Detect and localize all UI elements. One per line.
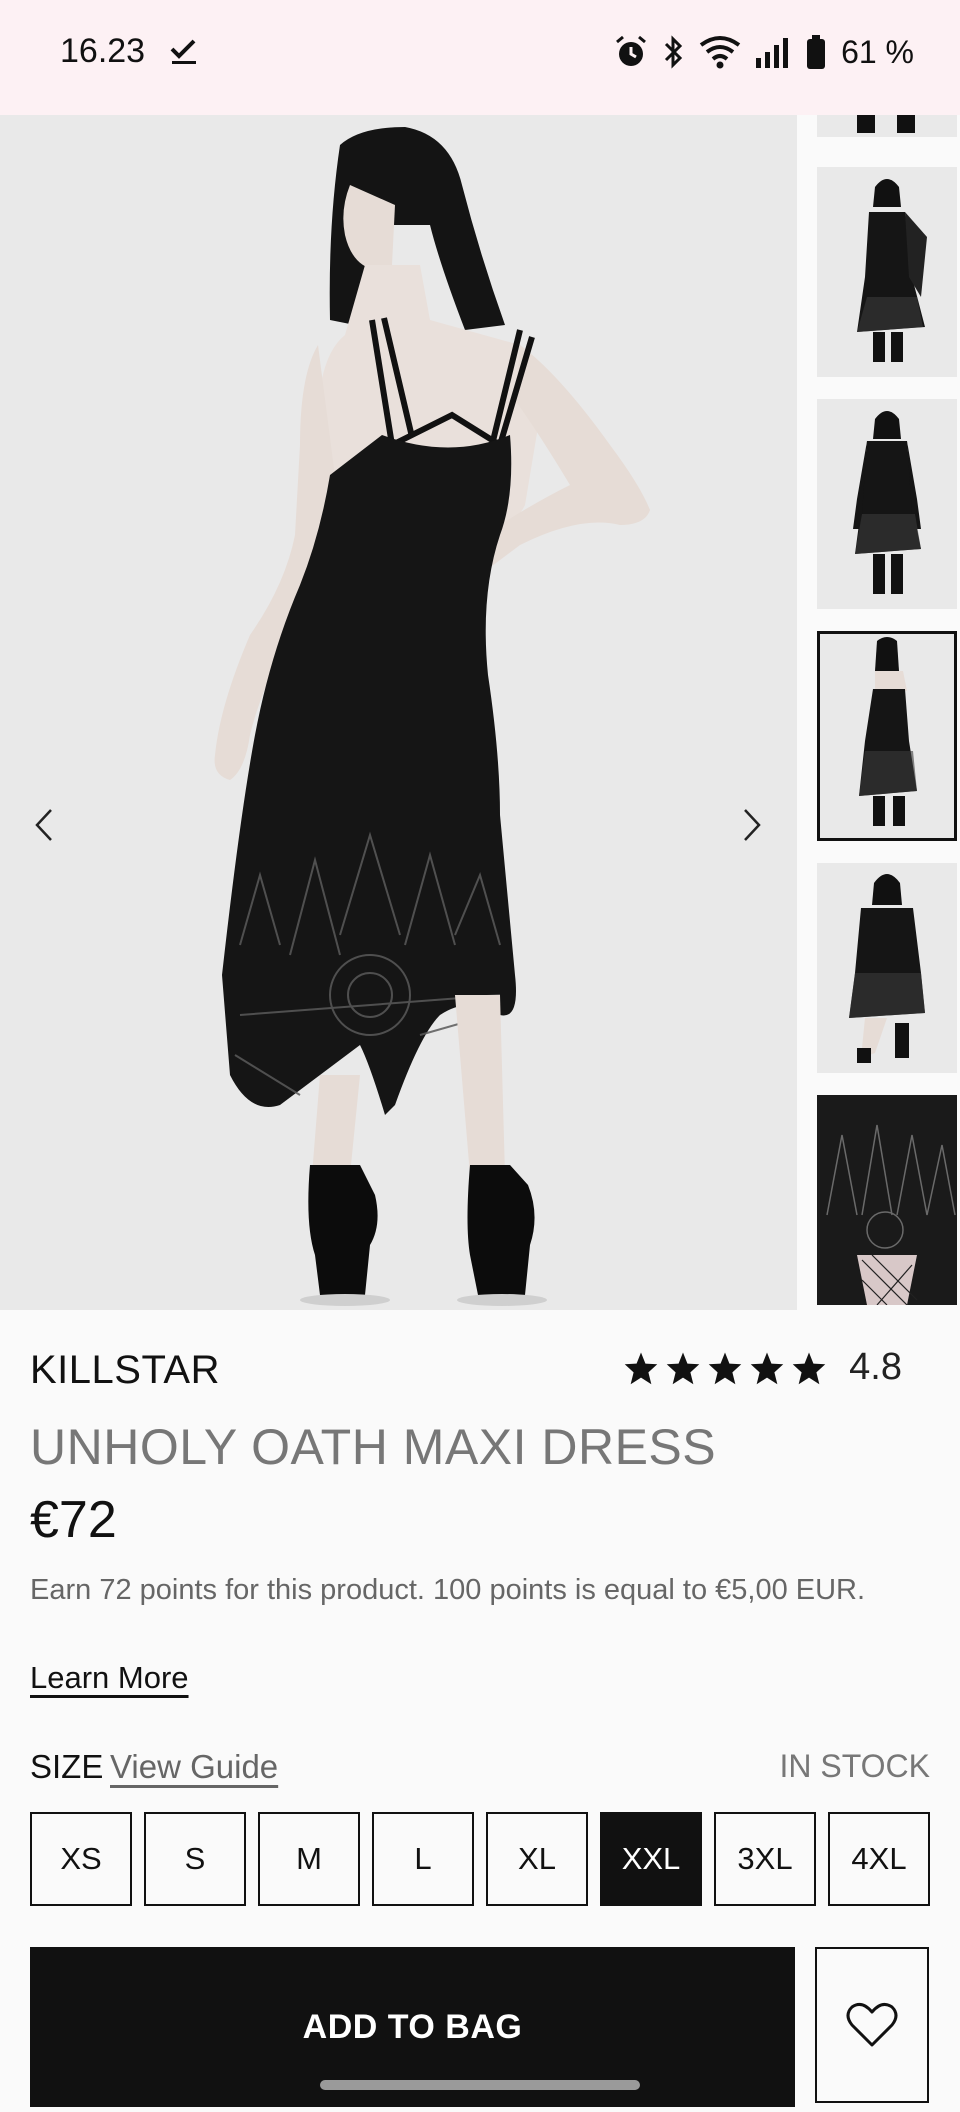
loyalty-points-text: Earn 72 points for this product. 100 poi… — [30, 1574, 866, 1606]
alarm-icon — [616, 35, 647, 66]
size-option-xxl[interactable]: XXL — [600, 1812, 702, 1906]
thumb-image — [857, 179, 927, 362]
status-bar: 16.23 61 % — [0, 0, 960, 115]
chevron-right-icon — [744, 809, 761, 841]
thumb-back-view[interactable] — [817, 631, 957, 841]
size-option-4xl[interactable]: 4XL — [828, 1812, 930, 1906]
previous-image-button[interactable] — [14, 795, 74, 855]
download-done-icon — [170, 39, 196, 64]
next-image-button[interactable] — [722, 795, 782, 855]
size-label: SIZE — [30, 1748, 104, 1785]
product-photo — [214, 127, 650, 1306]
product-title: UNHOLY OATH MAXI DRESS — [30, 1419, 717, 1475]
stock-status: IN STOCK — [779, 1748, 930, 1784]
size-option-m[interactable]: M — [258, 1812, 360, 1906]
size-guide-link[interactable]: View Guide — [110, 1748, 278, 1786]
home-indicator[interactable] — [320, 2080, 640, 2090]
thumb-hem-detail[interactable] — [817, 1095, 957, 1305]
signal-icon — [756, 38, 789, 68]
thumb-front-plus-size[interactable] — [817, 863, 957, 1073]
star-icon — [708, 1351, 742, 1384]
star-icon — [750, 1351, 784, 1384]
thumb-image — [817, 1095, 957, 1305]
product-main-image[interactable] — [0, 115, 797, 1310]
battery-percent: 61 % — [841, 33, 914, 70]
rating-value: 4.8 — [849, 1346, 902, 1388]
thumb-boots-partial[interactable] — [817, 115, 957, 137]
thumb-front-long-sleeve[interactable] — [817, 399, 957, 609]
bluetooth-icon — [665, 35, 683, 69]
thumb-image — [853, 411, 921, 594]
star-icon — [624, 1351, 658, 1384]
size-option-s[interactable]: S — [144, 1812, 246, 1906]
size-option-xs[interactable]: XS — [30, 1812, 132, 1906]
size-header: SIZE View Guide IN STOCK — [30, 1748, 930, 1798]
size-selector: XS S M L XL XXL 3XL 4XL — [30, 1812, 930, 1906]
brand-name[interactable]: KILLSTAR — [30, 1348, 220, 1393]
product-price: €72 — [30, 1491, 117, 1549]
rating-stars — [623, 1351, 827, 1385]
product-rating[interactable]: 4.8 — [623, 1346, 902, 1389]
star-icon — [666, 1351, 700, 1384]
battery-icon — [807, 35, 826, 69]
thumb-image — [859, 637, 917, 826]
chevron-left-icon — [35, 809, 52, 841]
wishlist-button[interactable] — [815, 1947, 929, 2103]
learn-more-link[interactable]: Learn More — [30, 1660, 189, 1696]
thumbnail-strip[interactable] — [797, 115, 960, 1310]
status-icons: 61 % — [613, 30, 914, 74]
star-icon — [792, 1351, 826, 1384]
thumb-image — [857, 115, 915, 133]
thumb-image — [849, 874, 925, 1063]
size-option-3xl[interactable]: 3XL — [714, 1812, 816, 1906]
wifi-icon — [699, 36, 741, 69]
heart-icon — [846, 2002, 898, 2047]
thumb-front-with-cardigan[interactable] — [817, 167, 957, 377]
product-info: KILLSTAR 4.8 UNHOLY OATH MAXI DRESS €72 … — [0, 1310, 960, 2112]
size-option-xl[interactable]: XL — [486, 1812, 588, 1906]
size-option-l[interactable]: L — [372, 1812, 474, 1906]
status-time: 16.23 — [60, 32, 146, 70]
